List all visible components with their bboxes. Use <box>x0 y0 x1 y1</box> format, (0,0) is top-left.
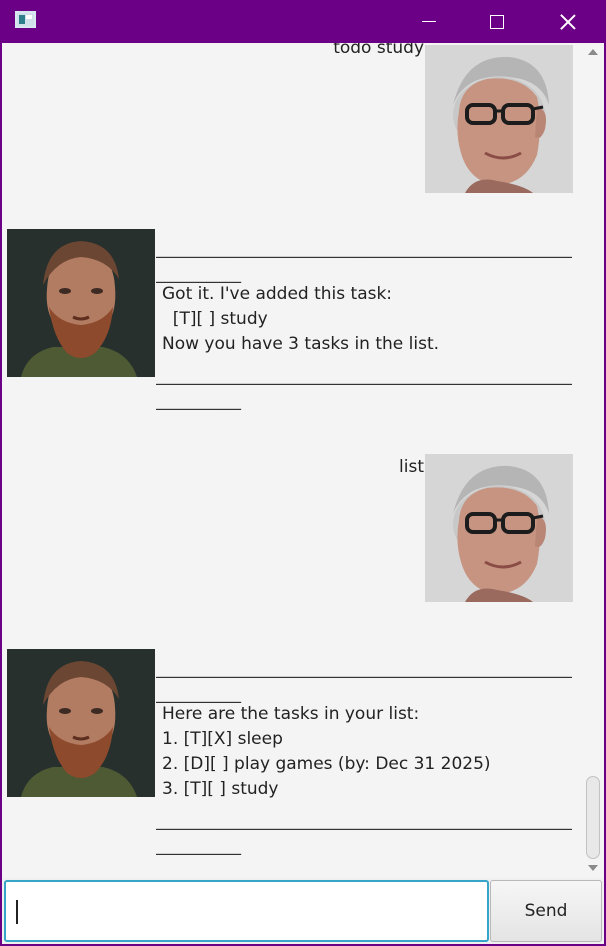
bot-message-line: Here are the tasks in your list: <box>162 704 420 724</box>
text-caret <box>16 900 18 924</box>
bot-avatar <box>7 649 155 797</box>
app-window: todo study _____________________________… <box>0 0 606 946</box>
close-button[interactable] <box>545 0 591 43</box>
bot-rule-bottom: ________________________________________… <box>156 811 572 831</box>
user-avatar <box>425 454 573 602</box>
bearded-man-icon <box>7 229 155 377</box>
user-message-text: list <box>399 457 424 477</box>
close-icon <box>560 14 576 30</box>
bot-message-line: [T][ ] study <box>162 309 268 329</box>
bot-avatar <box>7 229 155 377</box>
scrollbar-thumb[interactable] <box>586 776 600 859</box>
message-input[interactable] <box>4 880 489 942</box>
title-bar[interactable] <box>0 0 606 43</box>
maximize-icon <box>490 14 504 29</box>
bot-message-line: 3. [T][ ] study <box>162 779 279 799</box>
older-man-glasses-icon <box>425 45 573 193</box>
minimize-button[interactable] <box>406 0 452 43</box>
bot-rule-bottom-wrap: __________ <box>156 836 241 856</box>
bearded-man-icon <box>7 649 155 797</box>
bot-rule-bottom-wrap: __________ <box>156 391 241 411</box>
bot-message-line: 1. [T][X] sleep <box>162 729 283 749</box>
bot-rule-bottom: ________________________________________… <box>156 366 572 386</box>
bot-rule-top: ________________________________________… <box>156 659 572 679</box>
bot-message-line: Got it. I've added this task: <box>162 284 393 304</box>
user-message-text: todo study <box>333 43 424 58</box>
bot-rule-top: ________________________________________… <box>156 239 572 259</box>
scroll-up-icon[interactable] <box>588 49 598 55</box>
bot-message-line: 2. [D][ ] play games (by: Dec 31 2025) <box>162 754 491 774</box>
input-row: Send <box>2 878 604 944</box>
vertical-scrollbar[interactable] <box>583 43 604 878</box>
chat-scroll-pane[interactable]: todo study _____________________________… <box>2 43 604 878</box>
bot-message-line: Now you have 3 tasks in the list. <box>162 334 440 354</box>
app-icon <box>15 11 36 28</box>
minimize-icon <box>422 20 436 23</box>
scroll-down-icon[interactable] <box>588 865 598 871</box>
user-avatar <box>425 45 573 193</box>
send-button[interactable]: Send <box>490 880 602 942</box>
older-man-glasses-icon <box>425 454 573 602</box>
client-area: todo study _____________________________… <box>2 43 604 944</box>
maximize-button[interactable] <box>474 0 520 43</box>
